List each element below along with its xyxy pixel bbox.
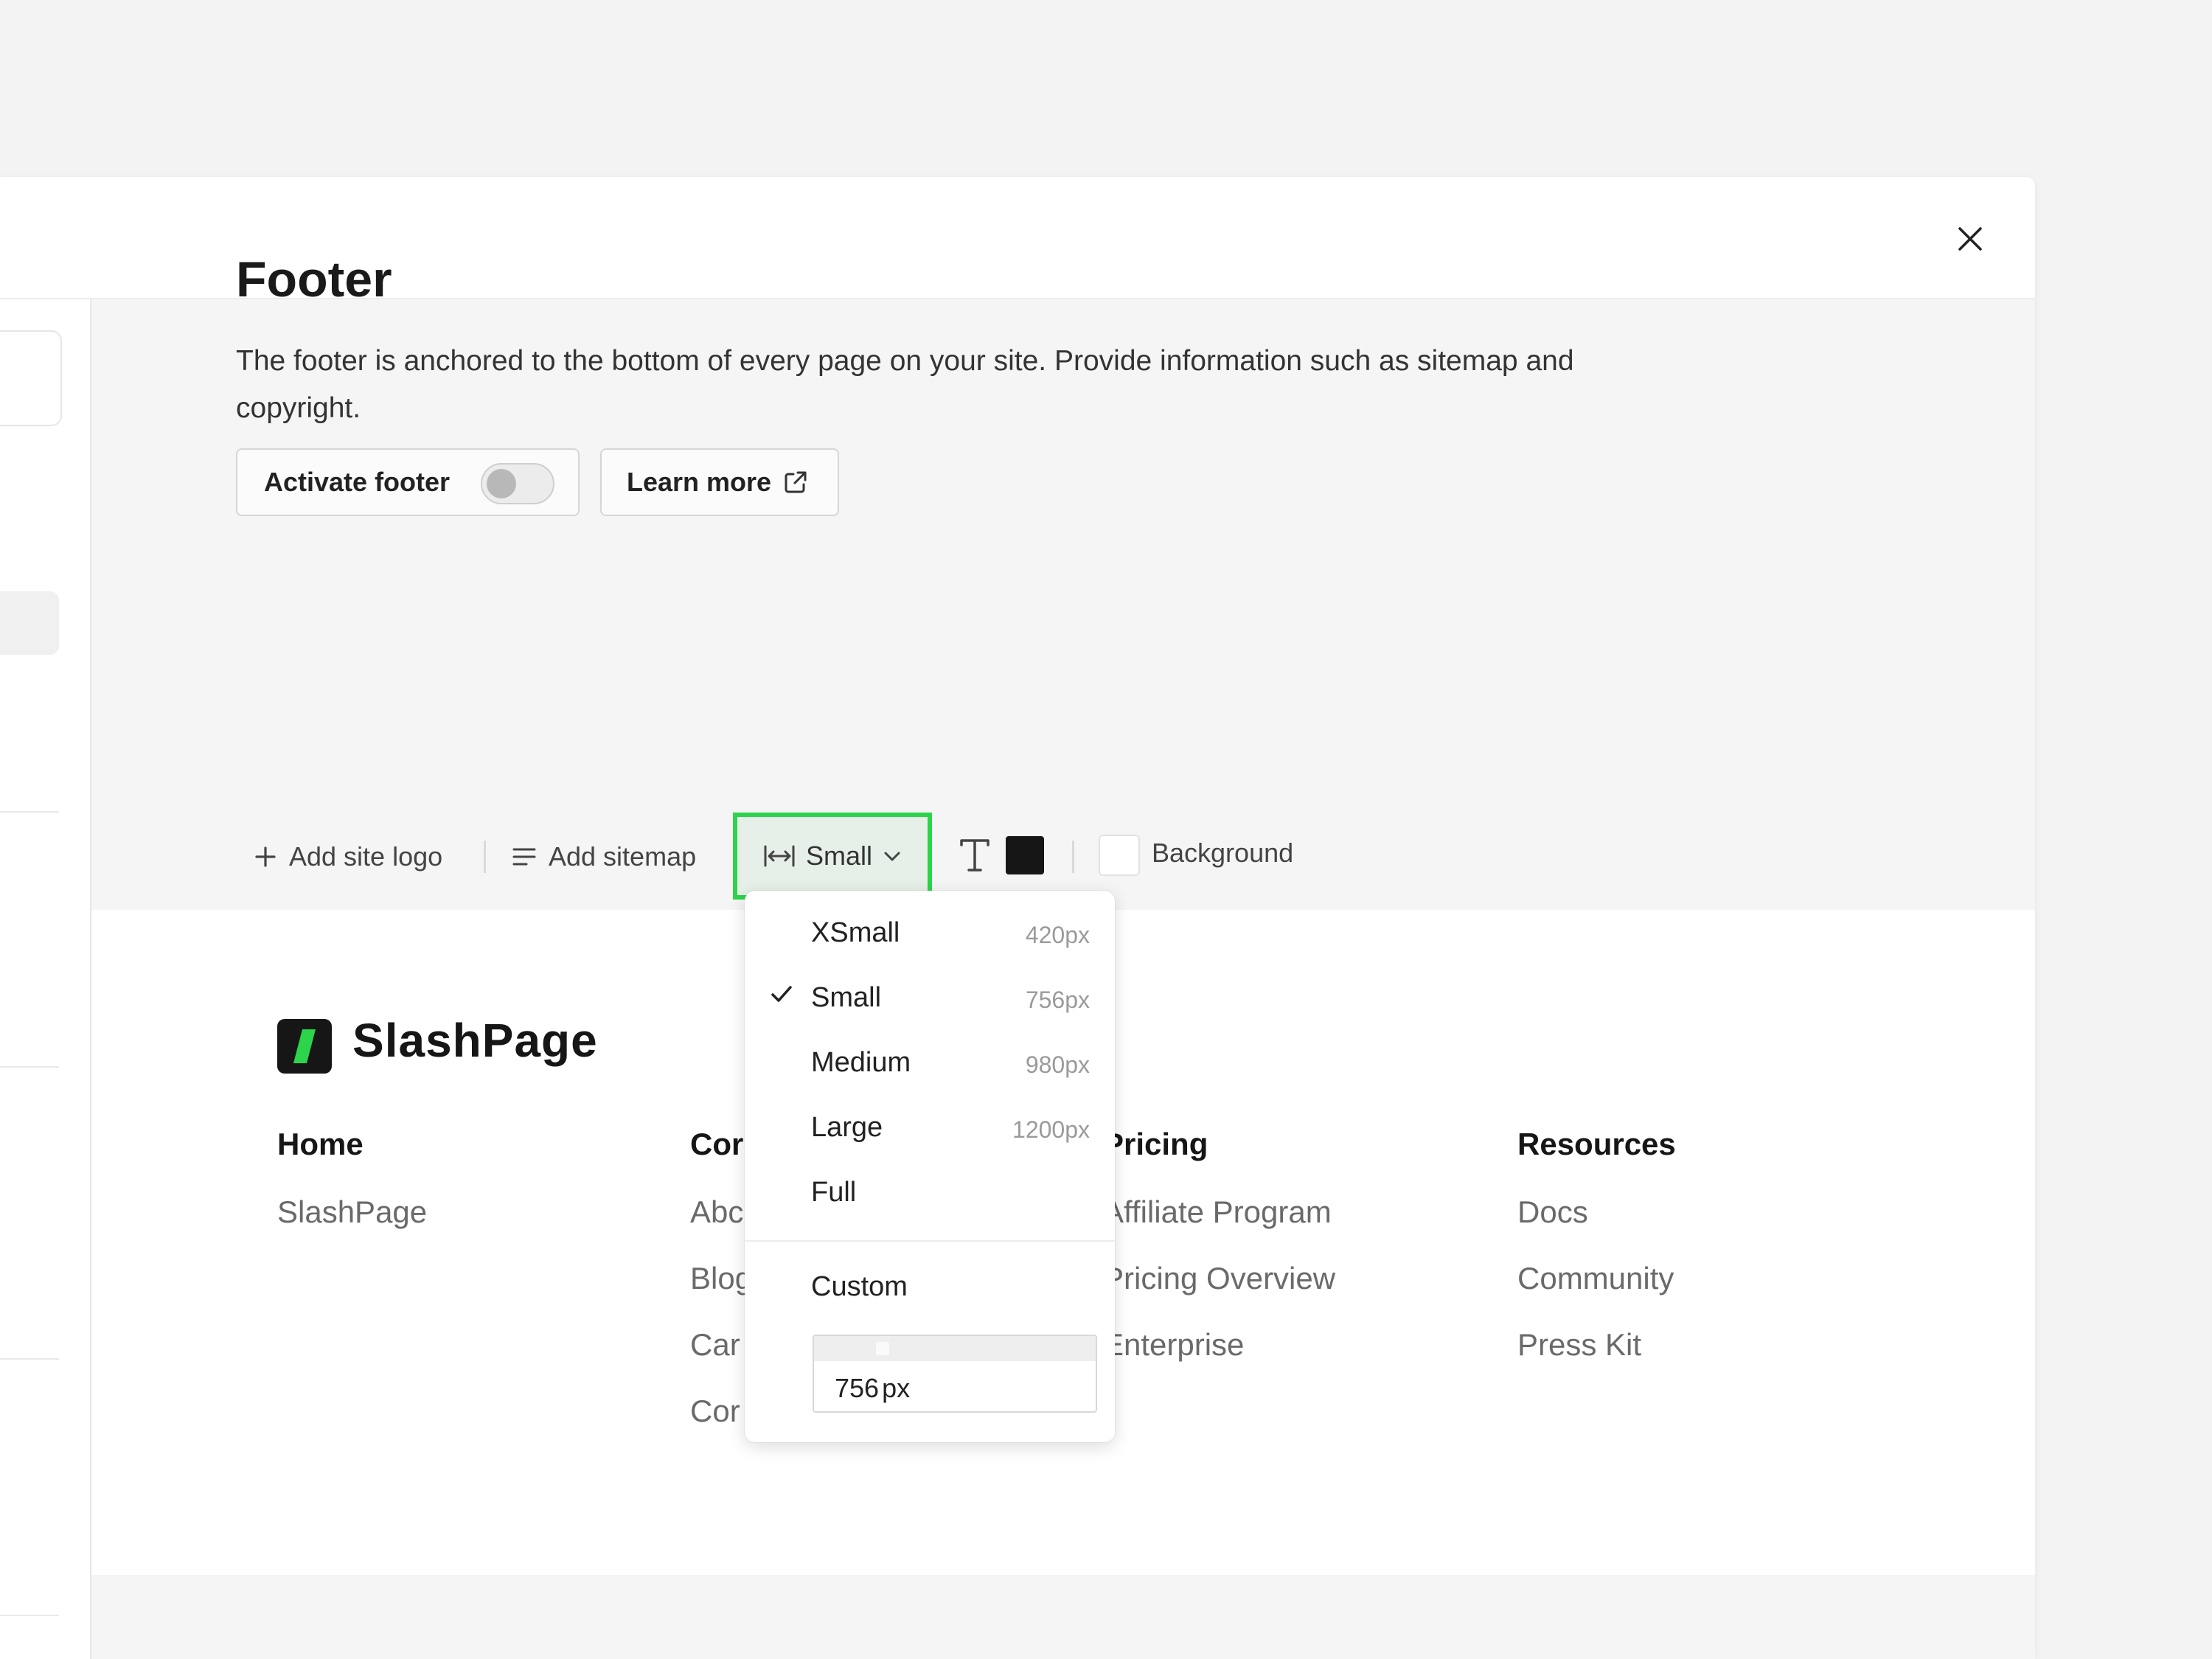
slider-handle[interactable] [876,1342,889,1355]
footer-link[interactable]: Blog [690,1261,752,1296]
footer-width-value: Small [805,841,873,871]
footer-column-heading: Resources [1517,1127,1676,1161]
width-option-full[interactable]: Full [745,1162,1115,1227]
footer-width-select[interactable]: Small [733,813,932,900]
width-option-px: 1200px [1012,1116,1090,1143]
activate-footer-label: Activate footer [264,467,451,497]
custom-width-value: 756 [835,1373,880,1403]
add-site-logo-label: Add site logo [289,841,443,872]
page-title: Footer [236,251,392,307]
width-option-px: 420px [1025,922,1090,948]
sidebar-item-active[interactable] [0,591,59,655]
plus-icon [255,846,276,867]
footer-column-heading: Pricing [1103,1127,1208,1161]
footer-width-dropdown: XSmall 420px Small 756px Medium 980px La… [745,891,1115,1442]
text-color-swatch[interactable] [1006,836,1044,874]
dropdown-divider [745,1240,1115,1242]
sidebar-divider [0,1615,59,1616]
width-option-xsmall[interactable]: XSmall 420px [745,902,1115,967]
width-option-small[interactable]: Small 756px [745,967,1115,1032]
footer-link[interactable]: Abc [690,1194,743,1230]
add-site-logo-button[interactable]: Add site logo [254,835,442,879]
width-option-px: 980px [1025,1051,1090,1078]
site-logo-text: SlashPage [352,1014,598,1067]
footer-link[interactable]: Press Kit [1517,1327,1641,1363]
custom-width-input[interactable]: 756 px [835,1373,910,1404]
toolbar-divider [484,841,486,873]
footer-link[interactable]: Car [690,1327,740,1363]
settings-sidebar [0,299,91,1659]
width-option-label: Large [811,1112,883,1143]
site-logo-mark [277,1019,332,1074]
width-option-label: XSmall [811,917,900,948]
toggle-knob [487,469,516,498]
checkmark-icon [771,986,792,1002]
add-sitemap-button[interactable]: Add sitemap [512,835,696,879]
width-option-px: 756px [1025,987,1090,1013]
close-button[interactable] [1947,215,1994,262]
lines-icon [512,848,536,866]
add-sitemap-label: Add sitemap [549,841,697,872]
footer-column-heading: Home [277,1127,364,1161]
width-option-large[interactable]: Large 1200px [745,1097,1115,1162]
background-label[interactable]: Background [1152,838,1293,869]
custom-width-field[interactable]: 756 px [813,1335,1097,1413]
footer-link[interactable]: Community [1517,1261,1674,1296]
close-icon [1958,227,1982,251]
toolbar-divider [1072,841,1074,873]
learn-more-button[interactable]: Learn more [600,448,839,516]
sidebar-divider [0,1358,59,1360]
custom-width-unit: px [882,1373,911,1403]
width-icon [764,845,795,867]
page-description: The footer is anchored to the bottom of … [236,345,1574,424]
footer-link[interactable]: Enterprise [1103,1327,1244,1363]
width-option-label: Small [811,982,882,1013]
custom-width-label: Custom [811,1271,908,1302]
background-color-swatch[interactable] [1099,835,1140,876]
activate-footer-toggle[interactable] [481,463,554,504]
learn-more-label: Learn more [627,467,772,497]
sidebar-card[interactable] [0,330,62,426]
sidebar-divider [0,1066,59,1068]
chevron-down-icon [884,852,900,861]
external-link-icon [785,471,807,493]
footer-link[interactable]: Affiliate Program [1103,1194,1332,1230]
footer-link[interactable]: Pricing Overview [1103,1261,1335,1296]
width-option-label: Full [811,1177,857,1208]
width-option-label: Medium [811,1047,911,1078]
footer-link[interactable]: Cor [690,1394,740,1429]
slash-logo-icon [293,1029,316,1063]
footer-column-heading: Cor [690,1127,744,1161]
text-color-icon[interactable] [959,838,991,873]
footer-link[interactable]: SlashPage [277,1194,427,1230]
activate-footer-button[interactable]: Activate footer [236,448,580,516]
custom-width-slider[interactable] [814,1336,1096,1361]
sidebar-divider [0,811,59,813]
width-option-medium[interactable]: Medium 980px [745,1032,1115,1097]
footer-link[interactable]: Docs [1517,1194,1588,1230]
